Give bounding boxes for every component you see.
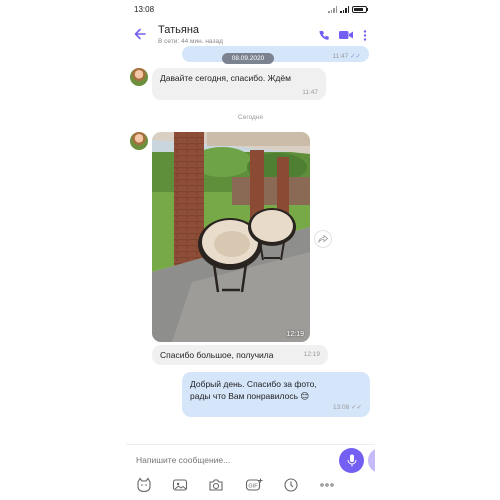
read-checks-icon: ✓✓ <box>351 404 362 411</box>
camera-icon[interactable] <box>208 477 224 493</box>
message-out-partial[interactable]: 11:47 ✓✓ <box>182 46 369 62</box>
read-checks-icon: ✓✓ <box>350 53 361 60</box>
photo-message[interactable]: 12:19 <box>152 132 310 342</box>
video-icon[interactable] <box>339 30 353 40</box>
clock-icon[interactable] <box>283 477 299 493</box>
contact-name: Татьяна <box>158 24 200 36</box>
message-text: Давайте сегодня, спасибо. Ждём <box>160 73 291 83</box>
composer-toolbar: GIF <box>126 475 375 495</box>
contact-info[interactable]: Татьяна В сети: 44 мин. назад <box>158 24 319 46</box>
message-time: 11:47 <box>332 53 349 60</box>
contact-status: В сети: 44 мин. назад <box>158 38 223 45</box>
more-vertical-icon[interactable] <box>363 29 367 41</box>
message-input[interactable] <box>136 453 336 467</box>
message-text-line-1: Добрый день. Спасибо за фото, <box>190 379 317 389</box>
avatar[interactable] <box>130 132 148 150</box>
signal-icon <box>328 5 337 13</box>
message-in[interactable]: Давайте сегодня, спасибо. Ждём 11:47 <box>152 68 326 100</box>
gif-icon[interactable]: GIF <box>245 477 263 493</box>
composer: GIF <box>126 444 375 500</box>
gallery-icon[interactable] <box>172 477 188 493</box>
message-time: 12:19 <box>303 351 320 358</box>
message-text-line-2: рады что Вам понравилось 😊 <box>190 391 310 401</box>
status-time: 13:08 <box>134 4 155 14</box>
phone-screen: 13:08 Татьяна В сети: 44 мин. назад 11:4… <box>126 0 375 500</box>
phone-icon[interactable] <box>319 30 329 40</box>
photo-time: 12:19 <box>286 331 304 338</box>
message-out[interactable]: Добрый день. Спасибо за фото, рады что В… <box>182 372 370 417</box>
signal-icon-2 <box>340 5 349 13</box>
share-icon[interactable] <box>314 230 332 248</box>
day-separator: Сегодня <box>238 114 263 121</box>
chat-area[interactable]: 11:47 ✓✓ 08.09.2020 Давайте сегодня, спа… <box>126 46 375 444</box>
status-bar: 13:08 <box>126 0 375 18</box>
message-time: 11:47 <box>302 89 318 96</box>
svg-text:GIF: GIF <box>248 484 258 490</box>
more-dots-icon[interactable] <box>319 477 335 493</box>
message-in[interactable]: Спасибо большое, получила 12:19 <box>152 345 328 365</box>
arrow-left-icon[interactable] <box>134 27 158 44</box>
date-chip: 08.09.2020 <box>222 53 274 64</box>
status-icons <box>328 5 368 13</box>
send-button-edge <box>368 448 375 473</box>
sticker-icon[interactable] <box>136 477 152 493</box>
message-text: Спасибо большое, получила <box>160 350 274 360</box>
battery-icon <box>352 5 368 13</box>
message-time: 13:08 <box>333 404 350 411</box>
avatar[interactable] <box>130 68 148 86</box>
microphone-icon[interactable] <box>339 448 364 473</box>
